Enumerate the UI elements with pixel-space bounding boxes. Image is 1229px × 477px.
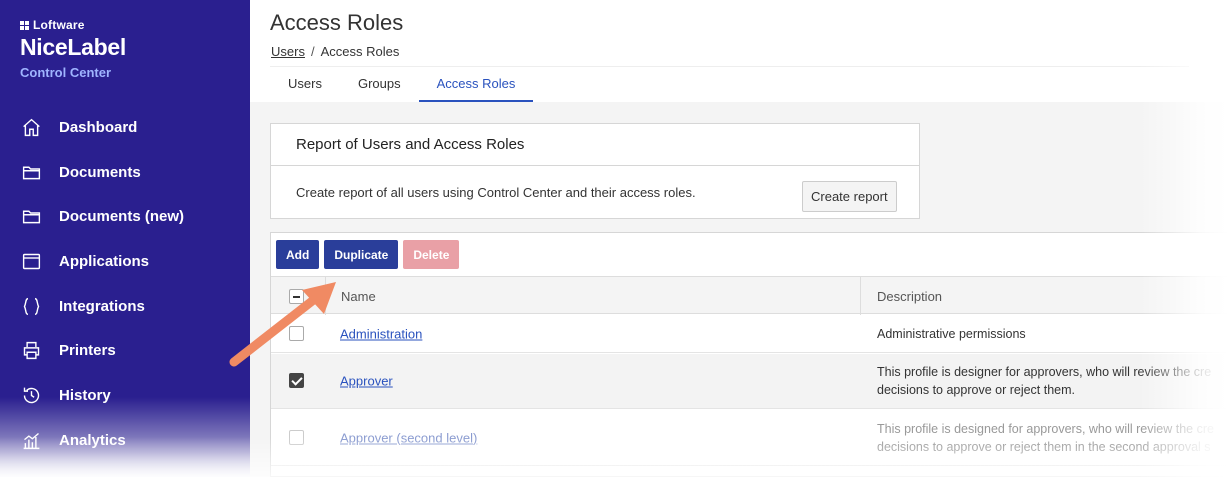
sidebar-item-dashboard[interactable]: Dashboard — [0, 105, 250, 150]
column-header-name[interactable]: Name — [341, 289, 376, 304]
sidebar-item-analytics[interactable]: Analytics — [0, 418, 250, 463]
sidebar-item-history[interactable]: History — [0, 373, 250, 418]
page-title: Access Roles — [270, 10, 404, 35]
sidebar-item-label: Printers — [59, 342, 116, 360]
printer-icon — [20, 340, 42, 362]
breadcrumb-link-users[interactable]: Users — [271, 44, 305, 59]
grid-toolbar: Add Duplicate Delete — [276, 240, 460, 269]
loftware-logo-icon — [20, 20, 29, 30]
role-name-link[interactable]: Administration — [340, 326, 422, 341]
sidebar-item-label: Documents (new) — [59, 208, 185, 226]
create-report-button[interactable]: Create report — [802, 181, 897, 212]
window-icon — [20, 250, 42, 272]
grid-header: Name Description — [271, 276, 1229, 315]
brand-subtitle: Control Center — [20, 65, 111, 80]
role-description: This profile is designed for approvers, … — [877, 421, 1214, 454]
braces-icon — [20, 295, 42, 317]
sidebar-item-printers[interactable]: Printers — [0, 328, 250, 373]
report-title: Report of Users and Access Roles — [271, 124, 919, 166]
main-content: Access Roles Users / Access Roles Users Gr… — [250, 0, 1229, 477]
sidebar: Loftware NiceLabel Control Center Dashbo… — [0, 0, 250, 477]
sidebar-nav: Dashboard Documents Documents (new) Appl… — [0, 105, 250, 463]
sidebar-item-applications[interactable]: Applications — [0, 239, 250, 284]
tab-bar: Users Groups Access Roles — [270, 68, 534, 102]
column-header-description[interactable]: Description — [877, 289, 942, 304]
table-row[interactable]: Approver This profile is designer for ap… — [271, 354, 1229, 409]
analytics-icon — [20, 429, 42, 451]
folder-icon — [20, 206, 42, 228]
folder-icon — [20, 161, 42, 183]
sidebar-item-documents-new[interactable]: Documents (new) — [0, 194, 250, 239]
row-checkbox[interactable] — [289, 325, 304, 341]
column-divider[interactable] — [860, 277, 861, 315]
row-checkbox[interactable] — [289, 373, 304, 388]
sidebar-item-label: History — [59, 386, 111, 404]
sidebar-item-label: Dashboard — [59, 118, 138, 136]
table-row[interactable]: Administration Administrative permission… — [271, 315, 1229, 353]
brand-company: Loftware — [33, 18, 85, 32]
role-description: This profile is designer for approvers, … — [877, 365, 1212, 397]
role-description: Administrative permissions — [877, 326, 1026, 341]
add-button[interactable]: Add — [276, 240, 320, 269]
report-description: Create report of all users using Control… — [296, 185, 696, 200]
row-checkbox[interactable] — [289, 429, 304, 445]
sidebar-item-label: Analytics — [59, 431, 126, 449]
select-all-checkbox[interactable] — [289, 289, 304, 304]
sidebar-item-label: Documents — [59, 163, 141, 181]
brand-logo[interactable]: Loftware NiceLabel Control Center — [20, 18, 126, 80]
access-roles-grid: Add Duplicate Delete Name Description Ad… — [270, 232, 1229, 477]
role-name-link[interactable]: Approver (second level) — [340, 430, 477, 445]
sidebar-item-documents[interactable]: Documents — [0, 150, 250, 195]
tab-access-roles[interactable]: Access Roles — [418, 68, 534, 102]
column-divider — [325, 277, 326, 315]
breadcrumb-current: Access Roles — [320, 44, 400, 59]
sidebar-item-label: Integrations — [59, 297, 145, 315]
role-name-link[interactable]: Approver — [340, 374, 393, 389]
table-row[interactable]: Approver (second level) This profile is … — [271, 410, 1229, 466]
breadcrumb: Users / Access Roles — [271, 44, 399, 59]
tab-users[interactable]: Users — [270, 68, 340, 102]
tab-groups[interactable]: Groups — [340, 68, 419, 102]
brand-product: NiceLabel — [20, 34, 126, 60]
tabs-divider — [270, 66, 1189, 67]
history-icon — [20, 384, 42, 406]
sidebar-item-integrations[interactable]: Integrations — [0, 284, 250, 329]
breadcrumb-separator: / — [310, 44, 315, 59]
home-icon — [20, 116, 42, 138]
sidebar-item-label: Applications — [59, 252, 150, 270]
duplicate-button[interactable]: Duplicate — [324, 240, 399, 269]
report-card: Report of Users and Access Roles Create … — [270, 123, 920, 219]
delete-button: Delete — [403, 240, 460, 269]
